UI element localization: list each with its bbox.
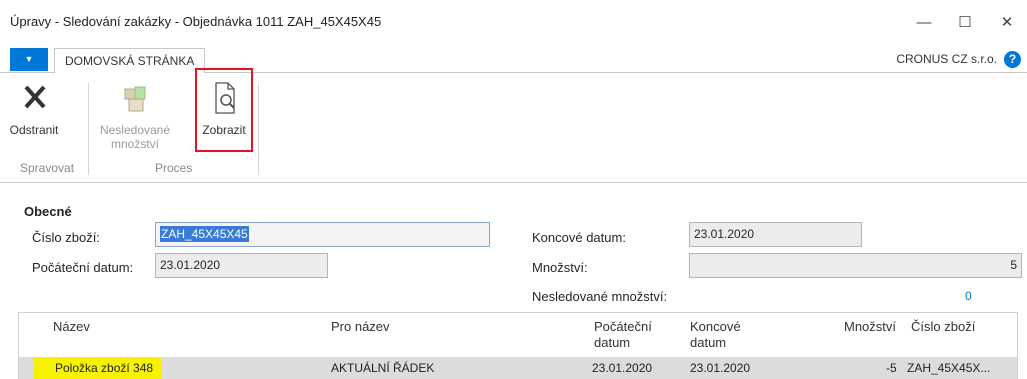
untracked-qty-label: Nesledované množství: <box>532 289 668 304</box>
item-no-value: ZAH_45X45X45 <box>160 226 249 242</box>
ribbon: Odstranit Nesledované množství Zobrazit … <box>0 68 1027 183</box>
untracked-quantity-button[interactable]: Nesledované množství <box>94 79 176 151</box>
section-title-general: Obecné <box>24 204 72 219</box>
start-date-field[interactable]: 23.01.2020 <box>155 253 328 278</box>
item-no-label: Číslo zboží: <box>32 230 100 245</box>
untracked-label-line2: množství <box>110 137 159 151</box>
window-titlebar: Úpravy - Sledování zakázky - Objednávka … <box>0 0 1027 46</box>
row-item-no: ZAH_45X45X... <box>907 361 991 375</box>
start-date-label: Počáteční datum: <box>32 260 134 275</box>
delete-button[interactable]: Odstranit <box>6 79 62 137</box>
row-end-date: 23.01.2020 <box>690 361 751 375</box>
highlight-annotation <box>195 68 253 152</box>
window-title: Úpravy - Sledování zakázky - Objednávka … <box>10 14 382 29</box>
minimize-button[interactable]: — <box>904 12 944 34</box>
company-name: CRONUS CZ s.r.o. <box>896 52 997 66</box>
quantity-field[interactable]: 5 <box>689 253 1022 278</box>
row-quantity: -5 <box>886 361 897 375</box>
group-label-manage: Spravovat <box>20 161 75 175</box>
group-separator <box>88 83 89 175</box>
col-header-for-name[interactable]: Pro název <box>331 319 390 335</box>
col-header-start-date-2: datum <box>594 335 631 350</box>
app-menu-button[interactable]: ▼ <box>10 48 48 71</box>
item-no-field[interactable]: ZAH_45X45X45 <box>155 222 490 247</box>
tab-home[interactable]: DOMOVSKÁ STRÁNKA <box>54 48 206 74</box>
col-header-start-date-1: Počáteční <box>594 319 652 334</box>
col-header-end-date[interactable]: Koncové datum <box>690 319 741 351</box>
row-start-date: 23.01.2020 <box>592 361 653 375</box>
col-header-end-date-2: datum <box>690 335 727 350</box>
help-icon[interactable]: ? <box>1004 51 1021 68</box>
grid-header: Název Pro název Počáteční datum Koncové … <box>19 313 1017 357</box>
close-window-button[interactable]: ✕ <box>987 12 1027 34</box>
untracked-qty-value[interactable]: 0 <box>965 289 972 303</box>
col-header-start-date[interactable]: Počáteční datum <box>594 319 652 351</box>
untracked-label-line1: Nesledované <box>99 123 171 137</box>
row-name: Položka zboží 348 <box>33 357 162 379</box>
col-header-item-no[interactable]: Číslo zboží <box>911 319 975 335</box>
col-header-end-date-1: Koncové <box>690 319 741 334</box>
ribbon-tab-bar: ▼ DOMOVSKÁ STRÁNKA CRONUS CZ s.r.o. ? <box>0 46 1027 74</box>
boxes-icon <box>124 86 146 112</box>
end-date-label: Koncové datum: <box>532 230 626 245</box>
col-header-name[interactable]: Název <box>53 319 90 335</box>
maximize-button[interactable]: ☐ <box>945 12 985 34</box>
group-label-process: Proces <box>155 161 193 175</box>
col-header-quantity[interactable]: Množství <box>844 319 896 335</box>
end-date-field[interactable]: 23.01.2020 <box>689 222 862 247</box>
row-for-name: AKTUÁLNÍ ŘÁDEK <box>331 361 435 375</box>
quantity-label: Množství: <box>532 260 588 275</box>
group-separator <box>258 83 259 175</box>
delete-label: Odstranit <box>9 123 59 137</box>
tracking-grid: Název Pro název Počáteční datum Koncové … <box>18 312 1018 379</box>
content-area: Obecné Číslo zboží: ZAH_45X45X45 Počáteč… <box>0 184 1027 379</box>
table-row[interactable]: Položka zboží 348 AKTUÁLNÍ ŘÁDEK 23.01.2… <box>19 357 1017 379</box>
close-x-icon <box>24 85 46 109</box>
